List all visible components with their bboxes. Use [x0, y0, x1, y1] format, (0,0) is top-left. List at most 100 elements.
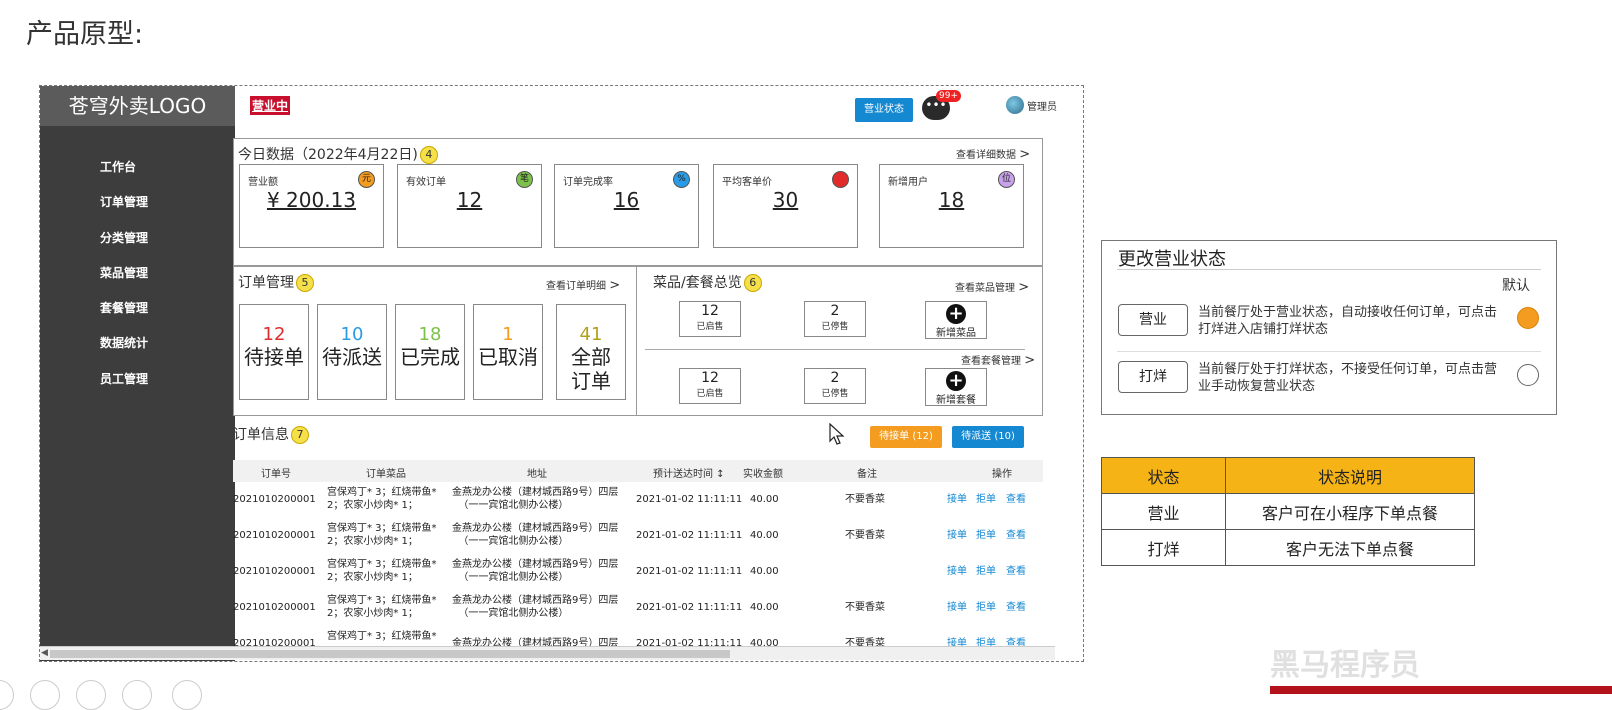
order-box-cancelled[interactable]: 1 已取消 [473, 304, 543, 400]
order-count: 1 [502, 324, 514, 345]
watermark: 黑马程序员 [1270, 648, 1420, 683]
note-icon[interactable] [76, 680, 106, 710]
order-amount: 40.00 [750, 602, 779, 613]
view-order-link[interactable]: 查看 [1006, 529, 1026, 542]
view-dish-management-text: 查看菜品管理 [955, 283, 1015, 294]
view-order-link[interactable]: 查看 [1006, 637, 1026, 646]
control-icon[interactable] [0, 680, 14, 710]
watermark-bar [1270, 686, 1612, 694]
add-dish-button[interactable]: + 新增菜品 [925, 301, 987, 339]
order-note: 不要香菜 [845, 530, 885, 541]
reject-order-link[interactable]: 拒单 [976, 529, 996, 542]
reject-order-link[interactable]: 拒单 [976, 493, 996, 506]
card-value: 30 [772, 188, 799, 212]
order-address: 金燕龙办公楼（建材城西路9号）四层 （一一宾馆北侧办公楼） [452, 594, 618, 620]
accept-order-link[interactable]: 接单 [947, 493, 967, 506]
add-combo-button[interactable]: + 新增套餐 [925, 368, 987, 406]
order-box-to-dispatch[interactable]: 10 待派送 [317, 304, 387, 400]
view-order-link[interactable]: 查看 [1006, 601, 1026, 614]
sidebar-item-combos[interactable]: 套餐管理 [100, 299, 148, 316]
view-detail-data-text: 查看详细数据 [956, 150, 1016, 161]
order-address-line1: 金燕龙办公楼（建材城西路9号）四层 [452, 559, 619, 570]
order-id: 2021010200001 [233, 638, 316, 646]
open-business-radio[interactable] [1517, 307, 1539, 329]
card-completion-rate[interactable]: 订单完成率 % 16 [554, 164, 699, 248]
close-business-radio[interactable] [1517, 364, 1539, 386]
today-data-panel: 今日数据（2022年4月22日) 4 查看详细数据 > 营业额 元 ¥ 200.1… [233, 138, 1043, 266]
zoom-icon[interactable] [122, 680, 152, 710]
order-info-title: 订单信息 7 [233, 424, 309, 444]
view-combo-management-link[interactable]: 查看套餐管理 > [961, 352, 1035, 368]
order-box-completed[interactable]: 18 已完成 [395, 304, 465, 400]
dish-off-sale-box[interactable]: 2 已停售 [804, 301, 866, 337]
avatar[interactable] [1006, 96, 1024, 114]
combo-status-label: 已停售 [821, 389, 849, 399]
business-status-button[interactable]: 营业状态 [855, 98, 913, 122]
order-status-label: 待接单 [244, 345, 304, 369]
status-explanation-table: 状态 状态说明 营业 客户可在小程序下单点餐 打烊 客户无法下单点餐 [1101, 457, 1475, 566]
combo-off-sale-box[interactable]: 2 已停售 [804, 368, 866, 404]
yuan-icon: 元 [358, 171, 375, 188]
dish-count: 2 [830, 303, 840, 319]
horizontal-scrollbar[interactable]: ◀ [40, 646, 1055, 660]
accept-order-link[interactable]: 接单 [947, 601, 967, 614]
combo-on-sale-box[interactable]: 12 已启售 [679, 368, 741, 404]
to-dispatch-orders-button[interactable]: 待派送 (10) [952, 426, 1024, 448]
order-address-line2: （一一宾馆北侧办公楼） [458, 500, 569, 511]
sidebar-item-employees[interactable]: 员工管理 [100, 370, 148, 387]
reject-order-link[interactable]: 拒单 [976, 637, 996, 646]
order-eta: 2021-01-02 11:11:11 [636, 530, 743, 541]
card-valid-orders[interactable]: 有效订单 笔 12 [397, 164, 542, 248]
accept-order-link[interactable]: 接单 [947, 565, 967, 578]
card-avg-price[interactable]: 平均客单价 元 30 [713, 164, 858, 248]
view-order-link[interactable]: 查看 [1006, 565, 1026, 578]
col-eta[interactable]: 预计送达时间 ↕ [653, 465, 725, 480]
order-status-label: 全部订单 [571, 345, 611, 393]
order-amount: 40.00 [750, 530, 779, 541]
sidebar-item-categories[interactable]: 分类管理 [100, 229, 148, 246]
admin-label[interactable]: 管理员 [1027, 98, 1057, 113]
card-value: 18 [938, 188, 965, 212]
today-data-title: 今日数据（2022年4月22日) 4 [238, 144, 438, 164]
order-box-all[interactable]: 41 全部订单 [556, 304, 626, 400]
view-detail-data-link[interactable]: 查看详细数据 > [956, 146, 1030, 162]
order-amount: 40.00 [750, 566, 779, 577]
reject-order-link[interactable]: 拒单 [976, 565, 996, 578]
view-order-detail-link[interactable]: 查看订单明细 > [546, 277, 620, 293]
status-cell: 营业 [1101, 493, 1226, 530]
chevron-right-icon: > [1024, 353, 1036, 368]
card-new-users[interactable]: 新增用户 位 18 [879, 164, 1024, 248]
pen-icon[interactable] [30, 680, 60, 710]
order-eta: 2021-01-02 11:11:11 [636, 602, 743, 613]
pending-orders-button[interactable]: 待接单 (12) [870, 426, 942, 448]
sidebar-item-orders[interactable]: 订单管理 [100, 193, 148, 210]
scroll-left-arrow-icon[interactable]: ◀ [41, 648, 48, 658]
order-box-pending[interactable]: 12 待接单 [239, 304, 309, 400]
open-business-button[interactable]: 营业 [1118, 304, 1188, 336]
scrollbar-thumb[interactable] [50, 650, 730, 658]
more-icon[interactable] [172, 680, 202, 710]
order-note: 不要香菜 [845, 638, 885, 646]
status-cell: 打烊 [1101, 529, 1226, 566]
table-row: 打烊 客户无法下单点餐 [1101, 529, 1475, 566]
sidebar-item-dishes[interactable]: 菜品管理 [100, 264, 148, 281]
dish-on-sale-box[interactable]: 12 已启售 [679, 301, 741, 337]
view-dish-management-link[interactable]: 查看菜品管理 > [955, 279, 1029, 295]
reject-order-link[interactable]: 拒单 [976, 601, 996, 614]
view-order-link[interactable]: 查看 [1006, 493, 1026, 506]
order-address-line2: （一一宾馆北侧办公楼） [458, 536, 569, 547]
card-revenue[interactable]: 营业额 元 ¥ 200.13 [239, 164, 384, 248]
col-address: 地址 [527, 469, 547, 480]
status-desc-cell: 客户无法下单点餐 [1225, 529, 1475, 566]
close-business-button[interactable]: 打烊 [1118, 361, 1188, 393]
card-value: 12 [456, 188, 483, 212]
plus-circle-icon: + [946, 304, 966, 324]
table-row: 2021010200001 宫保鸡丁* 3；红烧带鱼* 2；农家小炒肉* 1； 金… [233, 594, 1043, 630]
sidebar-item-statistics[interactable]: 数据统计 [100, 334, 148, 351]
accept-order-link[interactable]: 接单 [947, 529, 967, 542]
sidebar-item-workbench[interactable]: 工作台 [100, 158, 136, 175]
col-status-desc: 状态说明 [1225, 457, 1475, 494]
dish-overview-panel: 菜品/套餐总览 6 查看菜品管理 > 12 已启售 2 已停售 + 新增菜品 查看… [636, 266, 1043, 416]
table-row: 2021010200001 宫保鸡丁* 3；红烧带鱼* 2；农家小炒肉* 1； 金… [233, 486, 1043, 522]
accept-order-link[interactable]: 接单 [947, 637, 967, 646]
